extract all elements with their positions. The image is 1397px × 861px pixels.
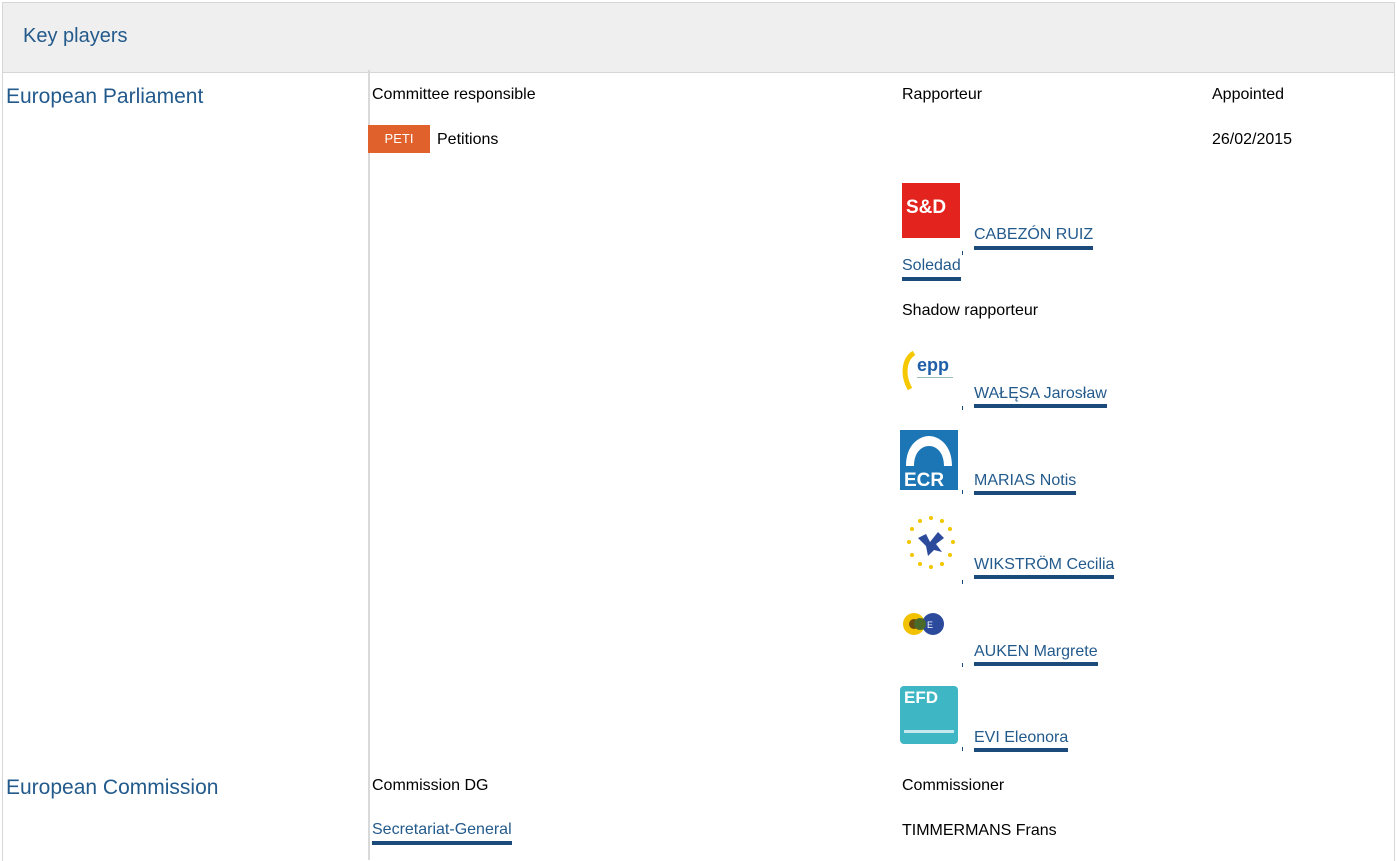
link-underline-mark <box>962 663 963 667</box>
alde-logo-icon <box>900 514 962 572</box>
rapporteur-name-link-line2[interactable]: Soledad <box>902 257 961 281</box>
efdd-logo-icon: EFD <box>900 686 958 744</box>
sd-party-logo-icon: S&D <box>902 183 960 238</box>
appointed-header: Appointed <box>1212 86 1285 103</box>
institution-label-commission: European Commission <box>6 776 219 799</box>
efd-logo-text: EFD <box>904 688 938 707</box>
commissioner-header: Commissioner <box>902 777 1005 794</box>
link-underline-mark <box>962 490 963 494</box>
key-players-panel: Key players <box>2 2 1395 861</box>
appointed-date: 26/02/2015 <box>1212 131 1293 148</box>
shadow-rapporteur-link-walesa[interactable]: WAŁĘSA Jarosław <box>974 385 1107 408</box>
commissioner-name: TIMMERMANS Frans <box>902 822 1057 839</box>
rapporteur-header: Rapporteur <box>902 86 983 103</box>
column-divider <box>368 70 370 860</box>
rapporteur-name-link[interactable]: CABEZÓN RUIZ <box>974 226 1094 250</box>
commission-dg-link[interactable]: Secretariat-General <box>372 821 512 845</box>
section-header: Key players <box>3 3 1394 73</box>
svg-text:ECR: ECR <box>904 470 944 490</box>
svg-text:E: E <box>927 620 933 630</box>
shadow-rapporteur-link-auken[interactable]: AUKEN Margrete <box>974 643 1098 666</box>
shadow-rapporteur-link-marias[interactable]: MARIAS Notis <box>974 472 1077 495</box>
shadow-rapporteur-link-wikstrom[interactable]: WIKSTRÖM Cecilia <box>974 556 1115 579</box>
committee-responsible-header: Committee responsible <box>372 86 536 103</box>
link-underline-mark <box>962 580 963 584</box>
section-title: Key players <box>23 25 128 47</box>
link-underline-mark <box>962 747 963 751</box>
institution-label-parliament: European Parliament <box>6 85 204 108</box>
ecr-logo-icon: ECR <box>900 430 958 491</box>
greens-efa-logo-icon: E <box>900 610 962 668</box>
shadow-rapporteur-header: Shadow rapporteur <box>902 302 1039 319</box>
committee-name: Petitions <box>437 131 499 148</box>
link-underline-mark <box>962 406 963 410</box>
svg-text:epp: epp <box>917 355 949 375</box>
epp-logo-icon: epp <box>900 349 962 407</box>
link-underline-mark <box>962 251 963 255</box>
sd-logo-text: S&D <box>906 197 947 218</box>
committee-code-badge: PETI <box>368 125 430 153</box>
commission-dg-header: Commission DG <box>372 777 489 794</box>
shadow-rapporteur-link-evi[interactable]: EVI Eleonora <box>974 729 1069 752</box>
